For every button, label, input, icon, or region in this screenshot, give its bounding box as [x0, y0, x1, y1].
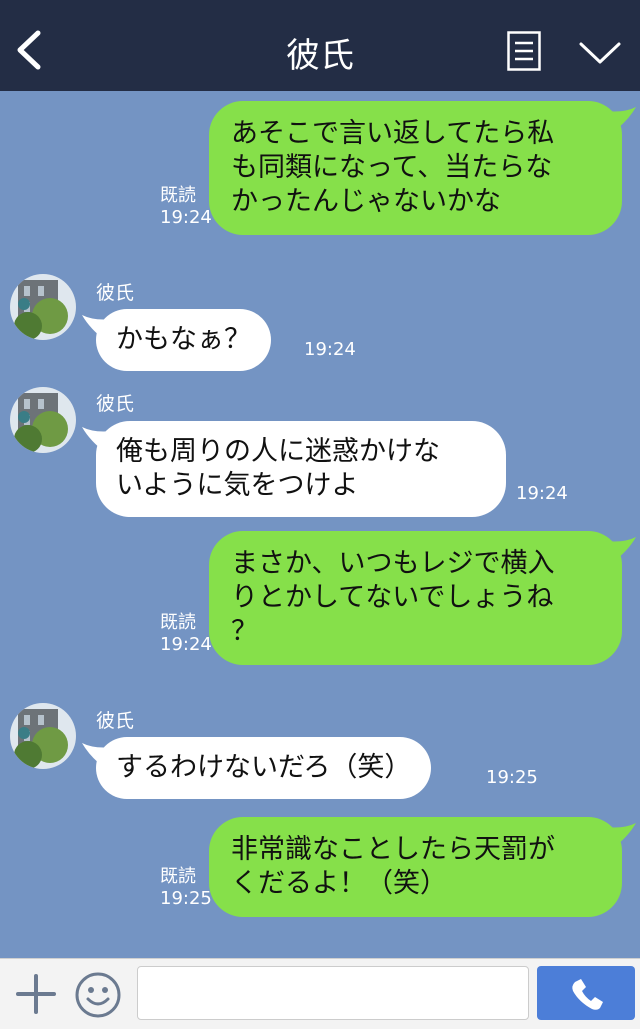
bubble-tail [82, 743, 112, 769]
smiley-icon[interactable] [74, 971, 122, 1019]
avatar[interactable] [10, 387, 76, 453]
input-bar [0, 958, 640, 1029]
outgoing-message[interactable]: あそこで言い返してたら私 も同類になって、当たらな かったんじゃないかな [209, 101, 636, 235]
bubble-tail [606, 823, 636, 849]
read-receipt: 既読 19:24 [160, 185, 212, 228]
message-line: 俺も周りの人に迷惑かけな [116, 436, 440, 467]
bubble-tail [606, 537, 636, 563]
message-line: かもなぁ？ [116, 324, 251, 355]
plus-icon[interactable] [15, 973, 57, 1015]
chat-area[interactable]: あそこで言い返してたら私 も同類になって、当たらな かったんじゃないかな 既読 … [0, 91, 640, 958]
menu-icon[interactable] [507, 31, 541, 71]
incoming-message[interactable]: かもなぁ？ [82, 309, 271, 371]
avatar-image [10, 387, 76, 453]
message-line: も同類になって、当たらな [231, 152, 553, 183]
outgoing-message[interactable]: 非常識なことしたら天罰が くだるよ！（笑） [209, 817, 636, 917]
read-receipt: 既読 19:25 [160, 866, 212, 909]
message-line: ？ [231, 616, 258, 647]
message-time: 19:24 [516, 483, 568, 504]
bubble-tail [82, 427, 112, 453]
sender-name: 彼氏 [96, 282, 135, 304]
incoming-message[interactable]: するわけないだろ（笑） [82, 737, 432, 799]
outgoing-message[interactable]: まさか、いつもレジで横入 りとかしてないでしょうね ？ [209, 531, 636, 665]
bubble-tail [606, 107, 636, 133]
avatar[interactable] [10, 274, 76, 340]
call-button[interactable] [537, 966, 635, 1020]
message-line: あそこで言い返してたら私 [231, 118, 555, 149]
bubble-tail [82, 315, 112, 341]
message-line: 非常識なことしたら天罰が [231, 834, 555, 865]
phone-icon [572, 979, 603, 1010]
chat-title: 彼氏 [286, 36, 354, 76]
avatar-image [10, 274, 76, 340]
message-line: するわけないだろ（笑） [116, 752, 412, 783]
sender-name: 彼氏 [96, 710, 135, 732]
sender-name: 彼氏 [96, 393, 135, 415]
message-input[interactable] [137, 966, 529, 1020]
chat-header: 彼氏 [0, 0, 640, 91]
read-receipt: 既読 19:24 [160, 612, 212, 655]
message-line: くだるよ！（笑） [231, 868, 447, 899]
message-line: りとかしてないでしょうね [231, 582, 554, 613]
chevron-down-icon[interactable] [578, 40, 622, 66]
incoming-message[interactable]: 俺も周りの人に迷惑かけな いように気をつけよ [82, 421, 506, 517]
message-time: 19:24 [304, 339, 356, 360]
avatar[interactable] [10, 703, 76, 769]
message-line: かったんじゃないかな [231, 186, 501, 217]
message-line: いように気をつけよ [116, 470, 359, 501]
message-time: 19:25 [486, 767, 538, 788]
avatar-image [10, 703, 76, 769]
message-line: まさか、いつもレジで横入 [231, 548, 555, 579]
